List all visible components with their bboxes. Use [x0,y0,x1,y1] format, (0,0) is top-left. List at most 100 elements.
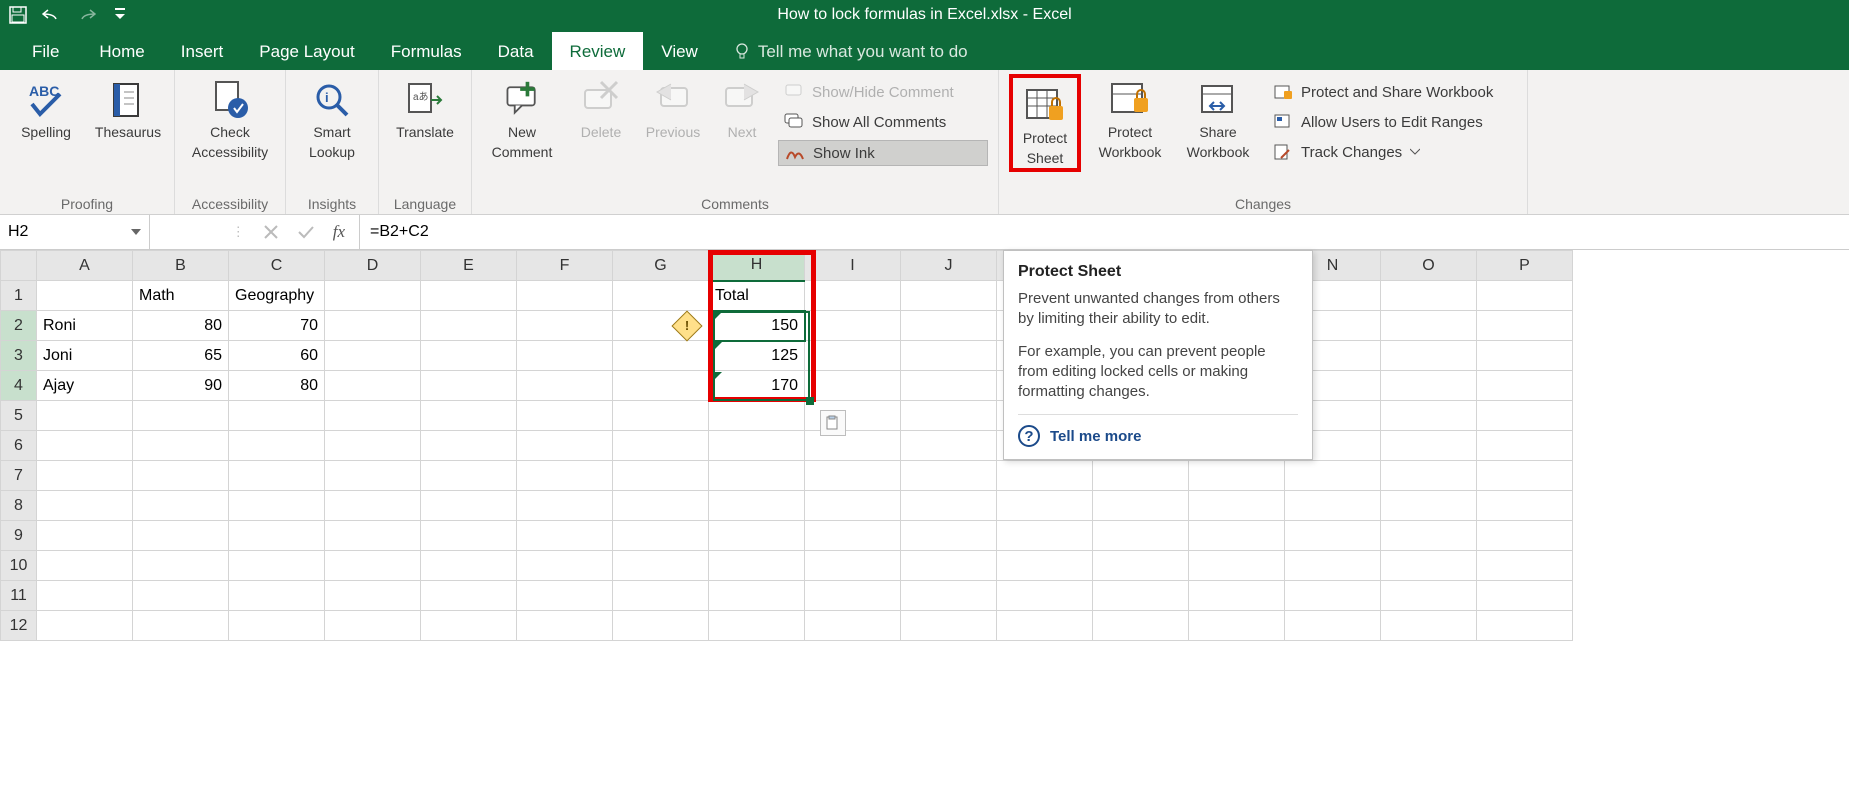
cell-C9[interactable] [229,521,325,551]
cell-B9[interactable] [133,521,229,551]
smart-lookup-button[interactable]: i Smart Lookup [296,74,368,160]
cell-J6[interactable] [901,431,997,461]
row-header-1[interactable]: 1 [1,281,37,311]
cell-F12[interactable] [517,611,613,641]
cell-I10[interactable] [805,551,901,581]
cell-M10[interactable] [1189,551,1285,581]
cell-C11[interactable] [229,581,325,611]
tell-me-more-link[interactable]: ? Tell me more [1018,414,1298,447]
cell-K11[interactable] [997,581,1093,611]
cell-B2[interactable]: 80 [133,311,229,341]
cell-C3[interactable]: 60 [229,341,325,371]
cell-F5[interactable] [517,401,613,431]
cell-C4[interactable]: 80 [229,371,325,401]
cell-N8[interactable] [1285,491,1381,521]
cell-M9[interactable] [1189,521,1285,551]
protect-sheet-button[interactable]: Protect Sheet [1015,80,1075,166]
formula-input[interactable]: =B2+C2 [360,215,1849,249]
cell-E7[interactable] [421,461,517,491]
cell-H8[interactable] [709,491,805,521]
cell-G3[interactable] [613,341,709,371]
cell-N11[interactable] [1285,581,1381,611]
cell-I7[interactable] [805,461,901,491]
cell-B12[interactable] [133,611,229,641]
col-header-G[interactable]: G [613,251,709,281]
cell-B4[interactable]: 90 [133,371,229,401]
cell-A2[interactable]: Roni [37,311,133,341]
col-header-F[interactable]: F [517,251,613,281]
cell-N9[interactable] [1285,521,1381,551]
cell-F10[interactable] [517,551,613,581]
show-hide-comment-button[interactable]: Show/Hide Comment [778,80,988,104]
cell-A5[interactable] [37,401,133,431]
cell-H2[interactable]: 150 [709,311,805,341]
cell-D3[interactable] [325,341,421,371]
cell-C6[interactable] [229,431,325,461]
cell-D9[interactable] [325,521,421,551]
new-comment-button[interactable]: New Comment [482,74,562,160]
cell-E2[interactable] [421,311,517,341]
col-header-C[interactable]: C [229,251,325,281]
cell-O11[interactable] [1381,581,1477,611]
cell-I6[interactable] [805,431,901,461]
cell-I12[interactable] [805,611,901,641]
cell-P10[interactable] [1477,551,1573,581]
cell-I8[interactable] [805,491,901,521]
paste-options-button[interactable] [820,410,846,436]
cell-L9[interactable] [1093,521,1189,551]
cell-J5[interactable] [901,401,997,431]
cell-C1[interactable]: Geography [229,281,325,311]
spelling-button[interactable]: ABC Spelling [10,74,82,140]
delete-comment-button[interactable]: Delete [572,74,630,140]
cell-D5[interactable] [325,401,421,431]
cell-A4[interactable]: Ajay [37,371,133,401]
col-header-P[interactable]: P [1477,251,1573,281]
cell-H5[interactable] [709,401,805,431]
cell-H10[interactable] [709,551,805,581]
cell-C2[interactable]: 70 [229,311,325,341]
cell-I5[interactable] [805,401,901,431]
cell-O5[interactable] [1381,401,1477,431]
cell-A9[interactable] [37,521,133,551]
col-header-J[interactable]: J [901,251,997,281]
cell-M7[interactable] [1189,461,1285,491]
cell-G8[interactable] [613,491,709,521]
cell-I2[interactable] [805,311,901,341]
track-changes-button[interactable]: Track Changes [1267,140,1517,164]
cell-B5[interactable] [133,401,229,431]
tab-review[interactable]: Review [552,32,644,70]
cell-G5[interactable] [613,401,709,431]
cell-B10[interactable] [133,551,229,581]
row-header-4[interactable]: 4 [1,371,37,401]
cell-N7[interactable] [1285,461,1381,491]
cell-F8[interactable] [517,491,613,521]
cell-L7[interactable] [1093,461,1189,491]
row-header-12[interactable]: 12 [1,611,37,641]
allow-edit-ranges-button[interactable]: Allow Users to Edit Ranges [1267,110,1517,134]
cell-E1[interactable] [421,281,517,311]
cell-E4[interactable] [421,371,517,401]
cell-M11[interactable] [1189,581,1285,611]
cell-A12[interactable] [37,611,133,641]
cell-M8[interactable] [1189,491,1285,521]
cell-H11[interactable] [709,581,805,611]
cell-J7[interactable] [901,461,997,491]
tab-home[interactable]: Home [81,32,162,70]
cell-G9[interactable] [613,521,709,551]
previous-comment-button[interactable]: Previous [640,74,706,140]
cell-O9[interactable] [1381,521,1477,551]
cell-I4[interactable] [805,371,901,401]
cell-D2[interactable] [325,311,421,341]
row-header-10[interactable]: 10 [1,551,37,581]
cell-H1[interactable]: Total [709,281,805,311]
cell-I11[interactable] [805,581,901,611]
cell-O8[interactable] [1381,491,1477,521]
cell-F9[interactable] [517,521,613,551]
customize-qat-icon[interactable] [110,5,130,25]
cell-J9[interactable] [901,521,997,551]
cell-D4[interactable] [325,371,421,401]
cell-J11[interactable] [901,581,997,611]
cell-G10[interactable] [613,551,709,581]
cell-E6[interactable] [421,431,517,461]
cell-G6[interactable] [613,431,709,461]
